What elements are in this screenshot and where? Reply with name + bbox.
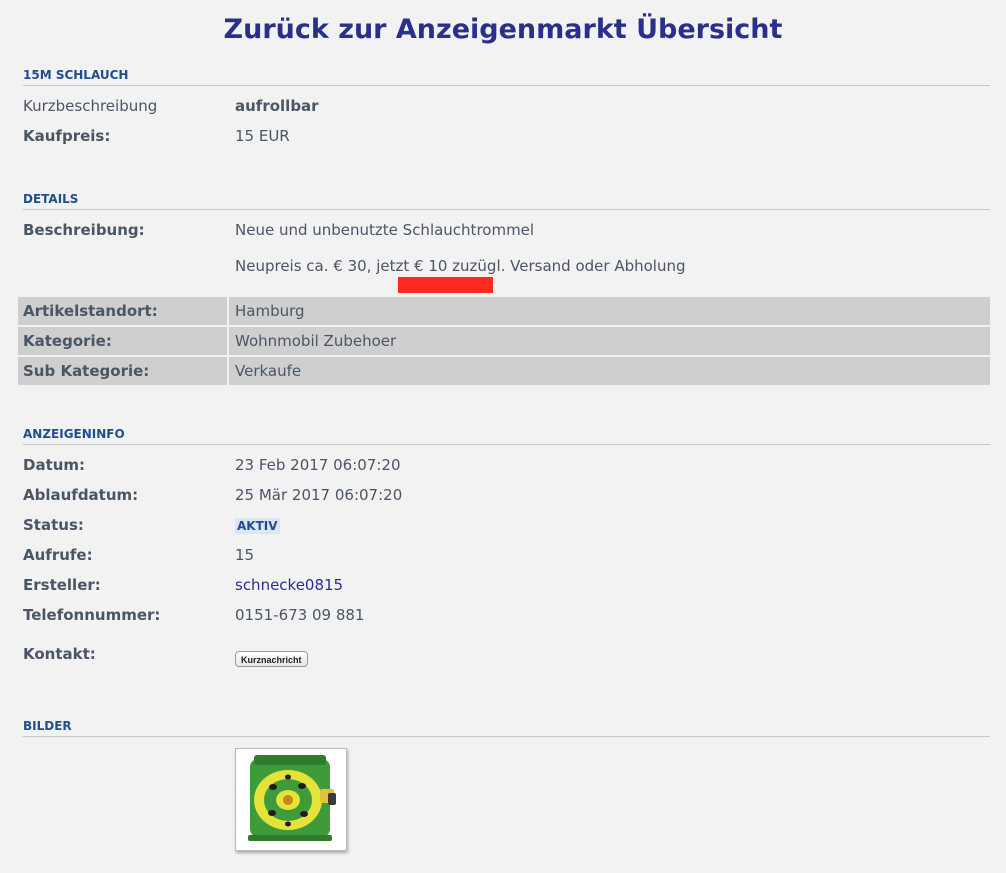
section-heading-adinfo: ANZEIGENINFO — [23, 427, 990, 445]
category-label: Kategorie: — [18, 327, 229, 355]
short-description-row: Kurzbeschreibung aufrollbar — [23, 97, 990, 119]
price-label: Kaufpreis: — [23, 127, 111, 145]
back-to-overview-link[interactable]: Zurück zur Anzeigenmarkt Übersicht — [0, 14, 1006, 45]
category-row: Kategorie: Wohnmobil Zubehoer — [18, 327, 990, 355]
short-message-button[interactable]: Kurznachricht — [235, 651, 308, 667]
date-row: Datum: 23 Feb 2017 06:07:20 — [23, 456, 990, 478]
contact-label: Kontakt: — [23, 645, 96, 663]
date-label: Datum: — [23, 456, 86, 474]
subcategory-label: Sub Kategorie: — [18, 357, 229, 385]
status-label: Status: — [23, 516, 84, 534]
image-thumbnail[interactable] — [235, 748, 347, 851]
phone-row: Telefonnummer: 0151-673 09 881 — [23, 606, 990, 628]
creator-row: Ersteller: schnecke0815 — [23, 576, 990, 598]
location-row: Artikelstandort: Hamburg — [18, 297, 990, 325]
views-value: 15 — [235, 546, 255, 564]
status-badge: AKTIV — [235, 518, 280, 534]
description-label: Beschreibung: — [23, 221, 145, 239]
section-heading-details: DETAILS — [23, 192, 990, 210]
location-value: Hamburg — [235, 302, 305, 320]
short-description-value: aufrollbar — [235, 97, 319, 115]
short-description-label: Kurzbeschreibung — [23, 97, 158, 115]
date-value: 23 Feb 2017 06:07:20 — [235, 456, 401, 474]
contact-row: Kontakt: — [23, 645, 990, 667]
price-value: 15 EUR — [235, 127, 290, 145]
status-row: Status: — [23, 516, 990, 538]
hose-reel-image — [236, 749, 346, 850]
price-row: Kaufpreis: 15 EUR — [23, 127, 990, 149]
phone-label: Telefonnummer: — [23, 606, 161, 624]
location-label: Artikelstandort: — [18, 297, 229, 325]
section-heading-images: BILDER — [23, 719, 990, 737]
category-value: Wohnmobil Zubehoer — [235, 332, 397, 350]
description-line-1: Neue und unbenutzte Schlauchtrommel — [235, 221, 535, 239]
views-label: Aufrufe: — [23, 546, 93, 564]
subcategory-row: Sub Kategorie: Verkaufe — [18, 357, 990, 385]
description-row: Beschreibung: Neue und unbenutzte Schlau… — [23, 221, 990, 243]
subcategory-value: Verkaufe — [235, 362, 302, 380]
phone-value: 0151-673 09 881 — [235, 606, 365, 624]
redaction-bar — [398, 277, 493, 293]
creator-link[interactable]: schnecke0815 — [235, 576, 343, 594]
section-heading-item: 15M SCHLAUCH — [23, 68, 990, 86]
expiry-value: 25 Mär 2017 06:07:20 — [235, 486, 403, 504]
expiry-row: Ablaufdatum: 25 Mär 2017 06:07:20 — [23, 486, 990, 508]
creator-label: Ersteller: — [23, 576, 101, 594]
expiry-label: Ablaufdatum: — [23, 486, 139, 504]
ad-detail-page: Zurück zur Anzeigenmarkt Übersicht 15M S… — [0, 0, 1006, 873]
description-row-2: Neupreis ca. € 30, jetzt € 10 zuzügl. Ve… — [23, 257, 990, 279]
description-line-2: Neupreis ca. € 30, jetzt € 10 zuzügl. Ve… — [235, 257, 686, 275]
views-row: Aufrufe: 15 — [23, 546, 990, 568]
